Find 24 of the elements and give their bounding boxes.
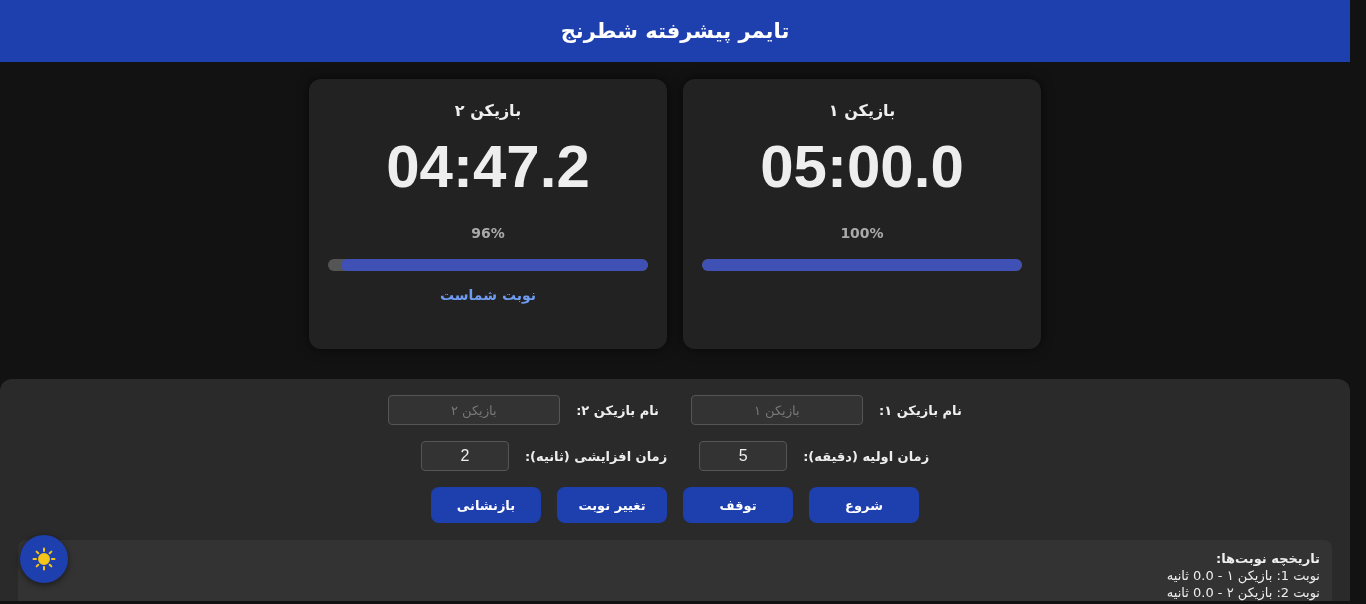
player-name: بازیکن ۲ — [454, 101, 522, 120]
setting-label: زمان افزایشی (ثانیه): — [524, 448, 668, 464]
number-input[interactable]: 5 — [699, 441, 788, 471]
history-entry: نوبت 1: بازیکن ۱ - 0.0 ثانیه — [1166, 567, 1320, 584]
setting-label: زمان اولیه (دقیقه): — [803, 448, 930, 464]
history-title: تاریخچه نوبت‌ها: — [1215, 550, 1320, 567]
turn-label: نوبت شماست — [440, 287, 536, 303]
percent-label: 96% — [471, 225, 505, 241]
percent-label: 100% — [840, 225, 884, 241]
name-input[interactable]: بازیکن ۲ — [388, 395, 561, 425]
action-button[interactable]: بازنشانی — [431, 487, 541, 523]
name-input[interactable]: بازیکن ۱ — [691, 395, 863, 425]
clock-time: 05:00.0 — [760, 132, 964, 201]
sun-icon — [32, 547, 56, 571]
app-title: تایمر پیشرفته شطرنج — [560, 19, 790, 43]
action-button[interactable]: شروع — [809, 487, 919, 523]
number-input[interactable]: 2 — [420, 441, 509, 471]
history-entry: نوبت 2: بازیکن ۲ - 0.0 ثانیه — [1166, 584, 1320, 601]
clock-time: 04:47.2 — [386, 132, 590, 201]
action-button[interactable]: تغییر نوبت — [557, 487, 667, 523]
action-button[interactable]: توقف — [683, 487, 793, 523]
setting-label: نام بازیکن ۲: — [576, 402, 659, 418]
player-name: بازیکن ۱ — [828, 101, 896, 120]
setting-label: نام بازیکن ۱: — [879, 402, 962, 418]
